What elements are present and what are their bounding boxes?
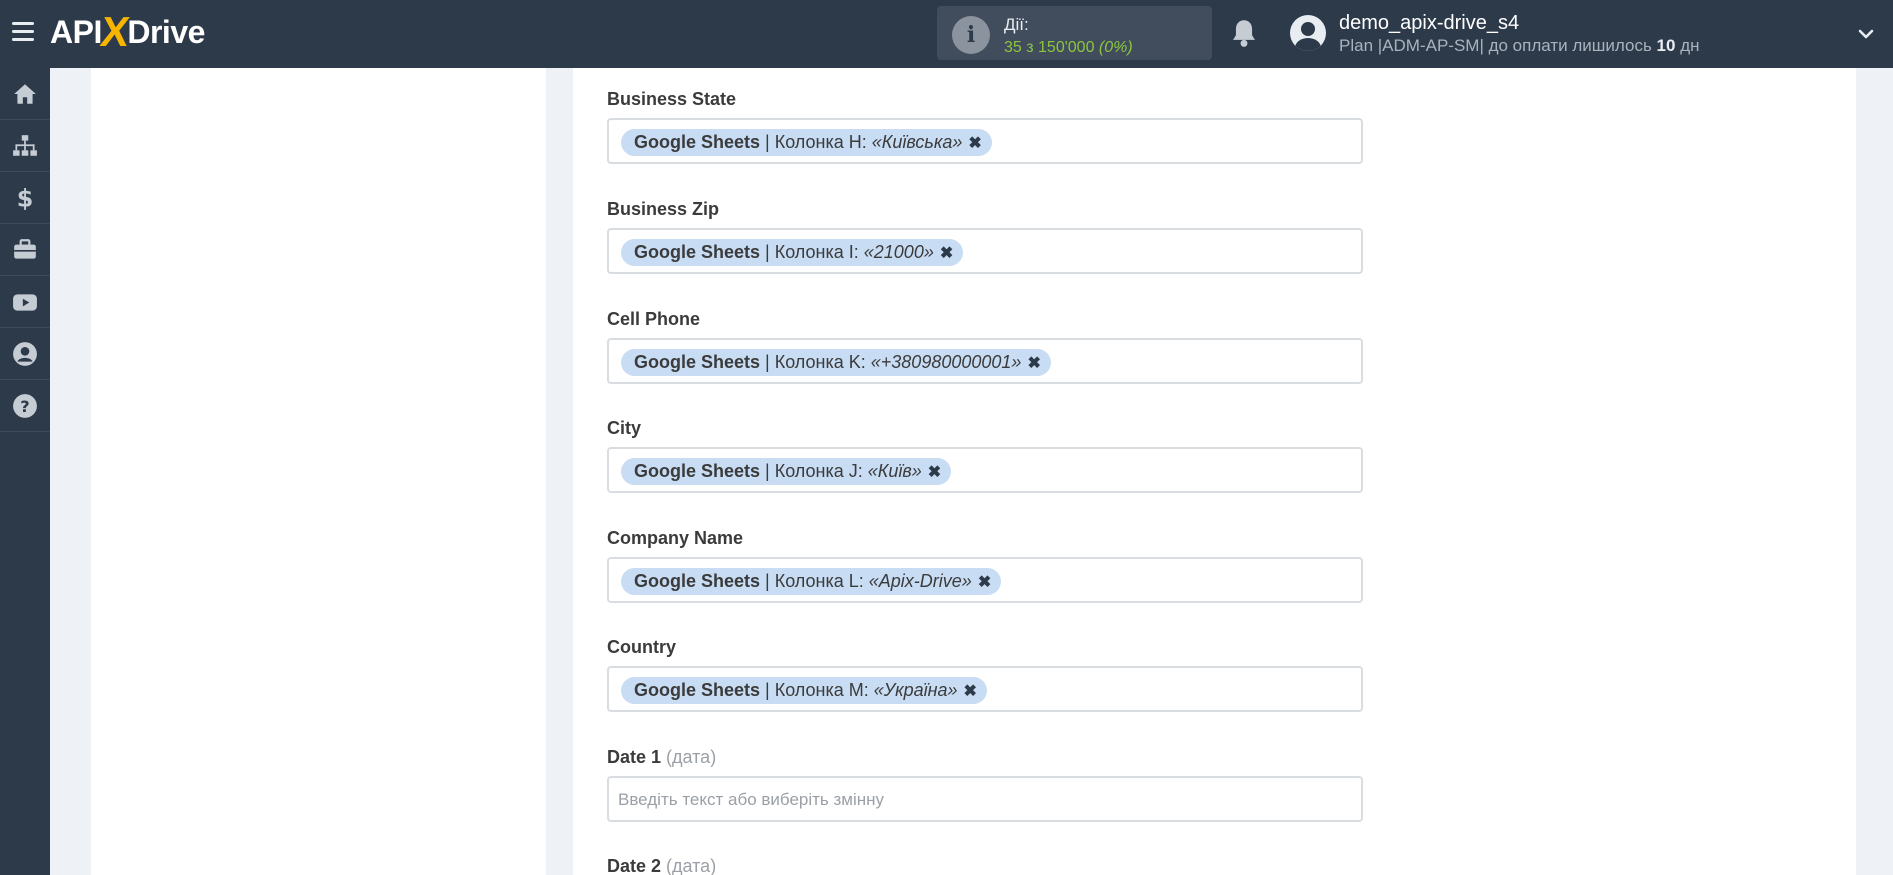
field-label: Date 2 (дата): [607, 856, 717, 875]
field-date-2: Date 2 (дата): [607, 855, 1363, 875]
left-sidebar: $ ?: [0, 68, 50, 875]
company-name-input[interactable]: Google Sheets | Колонка L: «Apix-Drive» ✖: [607, 557, 1363, 603]
svg-text:$: $: [17, 185, 34, 211]
field-label: Country: [607, 637, 676, 657]
sidebar-item-profile[interactable]: [0, 328, 50, 380]
remove-tag-icon[interactable]: ✖: [968, 133, 981, 153]
sidebar-item-services[interactable]: [0, 224, 50, 276]
field-label: Company Name: [607, 528, 744, 548]
logo-text-x: X: [97, 8, 132, 55]
youtube-icon: [13, 293, 37, 311]
remove-tag-icon[interactable]: ✖: [1027, 353, 1040, 373]
city-input[interactable]: Google Sheets | Колонка J: «Київ» ✖: [607, 447, 1363, 493]
briefcase-icon: [14, 238, 36, 259]
variable-tag[interactable]: Google Sheets | Колонка L: «Apix-Drive» ✖: [621, 568, 1002, 595]
apix-drive-logo[interactable]: API X Drive: [50, 8, 205, 55]
remove-tag-icon[interactable]: ✖: [964, 681, 977, 701]
cell-phone-input[interactable]: Google Sheets | Колонка K: «+38098000000…: [607, 338, 1363, 384]
business-state-input[interactable]: Google Sheets | Колонка H: «Київська» ✖: [607, 118, 1363, 164]
avatar[interactable]: [1290, 15, 1326, 51]
variable-tag[interactable]: Google Sheets | Колонка H: «Київська» ✖: [621, 129, 992, 156]
field-label: Business Zip: [607, 199, 720, 219]
sidebar-item-home[interactable]: [0, 68, 50, 120]
field-country: Country Google Sheets | Колонка M: «Укра…: [607, 636, 1363, 712]
svg-text:?: ?: [20, 396, 29, 415]
variable-tag[interactable]: Google Sheets | Колонка K: «+38098000000…: [621, 349, 1051, 376]
field-label: Cell Phone: [607, 309, 701, 329]
variable-tag[interactable]: Google Sheets | Колонка J: «Київ» ✖: [621, 458, 952, 485]
field-date-1: Date 1 (дата) Введіть текст або виберіть…: [607, 746, 1363, 822]
country-input[interactable]: Google Sheets | Колонка M: «Україна» ✖: [607, 666, 1363, 712]
dollar-icon: $: [17, 185, 34, 211]
sidebar-item-billing[interactable]: $: [0, 172, 50, 224]
actions-label: Дії:: [1004, 15, 1029, 34]
remove-tag-icon[interactable]: ✖: [928, 462, 941, 482]
field-city: City Google Sheets | Колонка J: «Київ» ✖: [607, 417, 1363, 493]
logo-text-api: API: [50, 13, 102, 50]
user-name[interactable]: demo_apix-drive_s4: [1339, 12, 1519, 35]
field-business-zip: Business Zip Google Sheets | Колонка I: …: [607, 198, 1363, 274]
chevron-down-icon[interactable]: [1858, 26, 1874, 42]
field-label: Date 1 (дата): [607, 747, 717, 767]
help-icon: ?: [13, 393, 37, 418]
menu-icon[interactable]: [12, 22, 34, 42]
user-circle-icon: [13, 341, 37, 366]
sidebar-item-video[interactable]: [0, 276, 50, 328]
actions-value: 35 з 150'000 (0%): [1004, 39, 1133, 56]
business-zip-input[interactable]: Google Sheets | Колонка I: «21000» ✖: [607, 228, 1363, 274]
logo-text-drive: Drive: [127, 13, 205, 50]
field-cell-phone: Cell Phone Google Sheets | Колонка K: «+…: [607, 308, 1363, 384]
remove-tag-icon[interactable]: ✖: [978, 572, 991, 592]
notification-bell-icon[interactable]: [1230, 18, 1258, 48]
field-label: City: [607, 418, 642, 438]
sidebar-item-connections[interactable]: [0, 120, 50, 172]
actions-counter: i Дії: 35 з 150'000 (0%): [937, 6, 1212, 60]
field-label: Business State: [607, 89, 737, 109]
plan-info: Plan |ADM-AP-SM| до оплати лишилось 10 д…: [1339, 36, 1700, 55]
date-1-input[interactable]: Введіть текст або виберіть змінну: [607, 776, 1363, 822]
remove-tag-icon[interactable]: ✖: [940, 243, 953, 263]
field-company-name: Company Name Google Sheets | Колонка L: …: [607, 527, 1363, 603]
variable-tag[interactable]: Google Sheets | Колонка I: «21000» ✖: [621, 239, 964, 266]
variable-tag[interactable]: Google Sheets | Колонка M: «Україна» ✖: [621, 677, 987, 704]
home-icon: [14, 83, 36, 104]
left-panel: [91, 68, 546, 875]
info-icon: i: [952, 16, 990, 54]
sidebar-item-help[interactable]: ?: [0, 380, 50, 432]
input-placeholder: Введіть текст або виберіть змінну: [618, 790, 885, 809]
field-business-state: Business State Google Sheets | Колонка H…: [607, 88, 1363, 164]
sitemap-icon: [13, 134, 37, 156]
top-bar: API X Drive i Дії: 35 з 150'000 (0%) demo_…: [0, 0, 1893, 68]
